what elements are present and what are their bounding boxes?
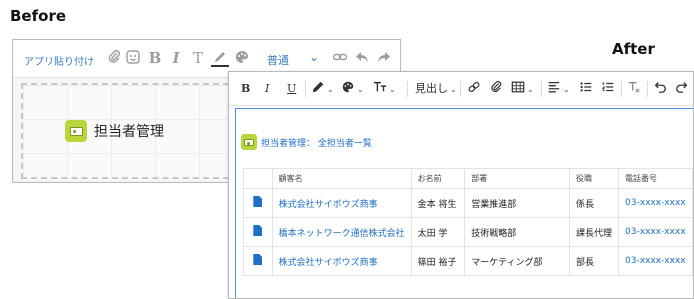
- after-toolbar: B I U ⌄ ⌄ ⌄ 見出し ⌄ ⌄ ⌄: [229, 72, 693, 106]
- paperclip-icon[interactable]: [489, 80, 503, 98]
- table-row[interactable]: 株式会社サイボウズ商事 金本 将生 営業推進部 係長 03-xxxx-xxxx: [243, 188, 693, 218]
- customer-name-link[interactable]: 株式会社サイボウズ商事: [271, 246, 412, 276]
- bullet-list-icon[interactable]: [579, 80, 593, 98]
- table-cell: マーケティング部: [464, 246, 571, 276]
- customer-table: 顧客名 お名前 部署 役職 電話番号 株式会社サイボウズ商事 金本 将生 営業推…: [243, 168, 693, 276]
- app-icon: [65, 120, 87, 142]
- font-select[interactable]: 普通: [267, 52, 289, 68]
- undo-icon[interactable]: [653, 80, 667, 98]
- table-header: お名前: [410, 168, 466, 189]
- redo-icon[interactable]: [375, 49, 393, 67]
- palette-icon[interactable]: ⌄: [341, 80, 364, 98]
- phone-link[interactable]: 03-xxxx-xxxx: [618, 246, 693, 276]
- table-cell: 太田 学: [410, 217, 466, 247]
- customer-name-link[interactable]: 株式会社サイボウズ商事: [271, 188, 412, 218]
- paste-app-button[interactable]: アプリ貼り付け: [24, 53, 94, 68]
- palette-icon[interactable]: [233, 49, 251, 67]
- pen-icon[interactable]: [211, 49, 229, 67]
- font-size-icon[interactable]: ⌄: [373, 80, 396, 98]
- toolbar-divider: [647, 81, 648, 97]
- phone-link[interactable]: 03-xxxx-xxxx: [618, 217, 693, 247]
- record-cell[interactable]: [243, 188, 273, 218]
- align-left-icon[interactable]: ⌄: [547, 80, 570, 98]
- link-icon[interactable]: [331, 49, 349, 67]
- after-subtitle-row[interactable]: 担当者管理： 全担当者一覧: [241, 134, 372, 150]
- after-editor-panel: B I U ⌄ ⌄ ⌄ 見出し ⌄ ⌄ ⌄ 担当者管理： 全担当者一覧 顧客名 …: [228, 71, 694, 299]
- before-title: 担当者管理: [94, 124, 164, 140]
- link-icon[interactable]: [467, 80, 481, 98]
- document-icon[interactable]: [253, 254, 263, 265]
- document-icon[interactable]: [253, 225, 263, 236]
- bold-icon[interactable]: B: [241, 80, 250, 98]
- emoji-icon[interactable]: [124, 49, 142, 67]
- undo-icon[interactable]: [353, 49, 371, 67]
- chevron-down-icon[interactable]: ⌄: [309, 50, 319, 64]
- app-icon: [241, 134, 257, 150]
- toolbar-divider: [460, 81, 461, 97]
- italic-icon[interactable]: I: [265, 80, 269, 98]
- table-icon[interactable]: ⌄: [511, 80, 534, 98]
- table-header: [243, 168, 273, 189]
- italic-icon[interactable]: I: [167, 49, 185, 67]
- table-header-row: 顧客名 お名前 部署 役職 電話番号: [243, 168, 693, 189]
- table-cell: 技術戦略部: [464, 217, 571, 247]
- customer-name-link[interactable]: 橋本ネットワーク通信株式会社: [271, 217, 412, 247]
- toolbar-divider: [621, 81, 622, 97]
- before-title-row: 担当者管理: [65, 120, 164, 142]
- table-header: 顧客名: [271, 168, 412, 189]
- heading-select[interactable]: 見出し ⌄: [415, 80, 457, 98]
- toolbar-divider: [305, 81, 306, 97]
- toolbar-divider: [407, 81, 408, 97]
- before-label: Before: [10, 7, 67, 25]
- table-row[interactable]: 橋本ネットワーク通信株式会社 太田 学 技術戦略部 課長代理 03-xxxx-x…: [243, 217, 693, 247]
- table-cell: 営業推進部: [464, 188, 571, 218]
- phone-link[interactable]: 03-xxxx-xxxx: [618, 188, 693, 218]
- table-header: 役職: [569, 168, 620, 189]
- record-cell[interactable]: [243, 217, 273, 247]
- table-header: 電話番号: [618, 168, 693, 189]
- table-cell: 金本 将生: [410, 188, 466, 218]
- table-cell: 部長: [569, 246, 620, 276]
- table-row[interactable]: 株式会社サイボウズ商事 篠田 裕子 マーケティング部 部長 03-xxxx-xx…: [243, 246, 693, 276]
- clear-format-icon[interactable]: [627, 80, 641, 98]
- after-label: After: [612, 40, 655, 58]
- redo-icon[interactable]: [675, 80, 689, 98]
- pen-icon[interactable]: ⌄: [311, 80, 334, 98]
- document-icon[interactable]: [253, 196, 263, 207]
- underline-icon[interactable]: U: [287, 80, 296, 98]
- table-cell: 課長代理: [569, 217, 620, 247]
- after-subtitle[interactable]: 担当者管理： 全担当者一覧: [261, 136, 372, 149]
- paperclip-icon[interactable]: [105, 49, 123, 67]
- text-size-icon[interactable]: T: [189, 49, 207, 67]
- numbered-list-icon[interactable]: [601, 80, 615, 98]
- table-header: 部署: [464, 168, 571, 189]
- record-cell[interactable]: [243, 246, 273, 276]
- table-cell: 係長: [569, 188, 620, 218]
- table-cell: 篠田 裕子: [410, 246, 466, 276]
- toolbar-divider: [541, 81, 542, 97]
- bold-icon[interactable]: B: [146, 49, 164, 67]
